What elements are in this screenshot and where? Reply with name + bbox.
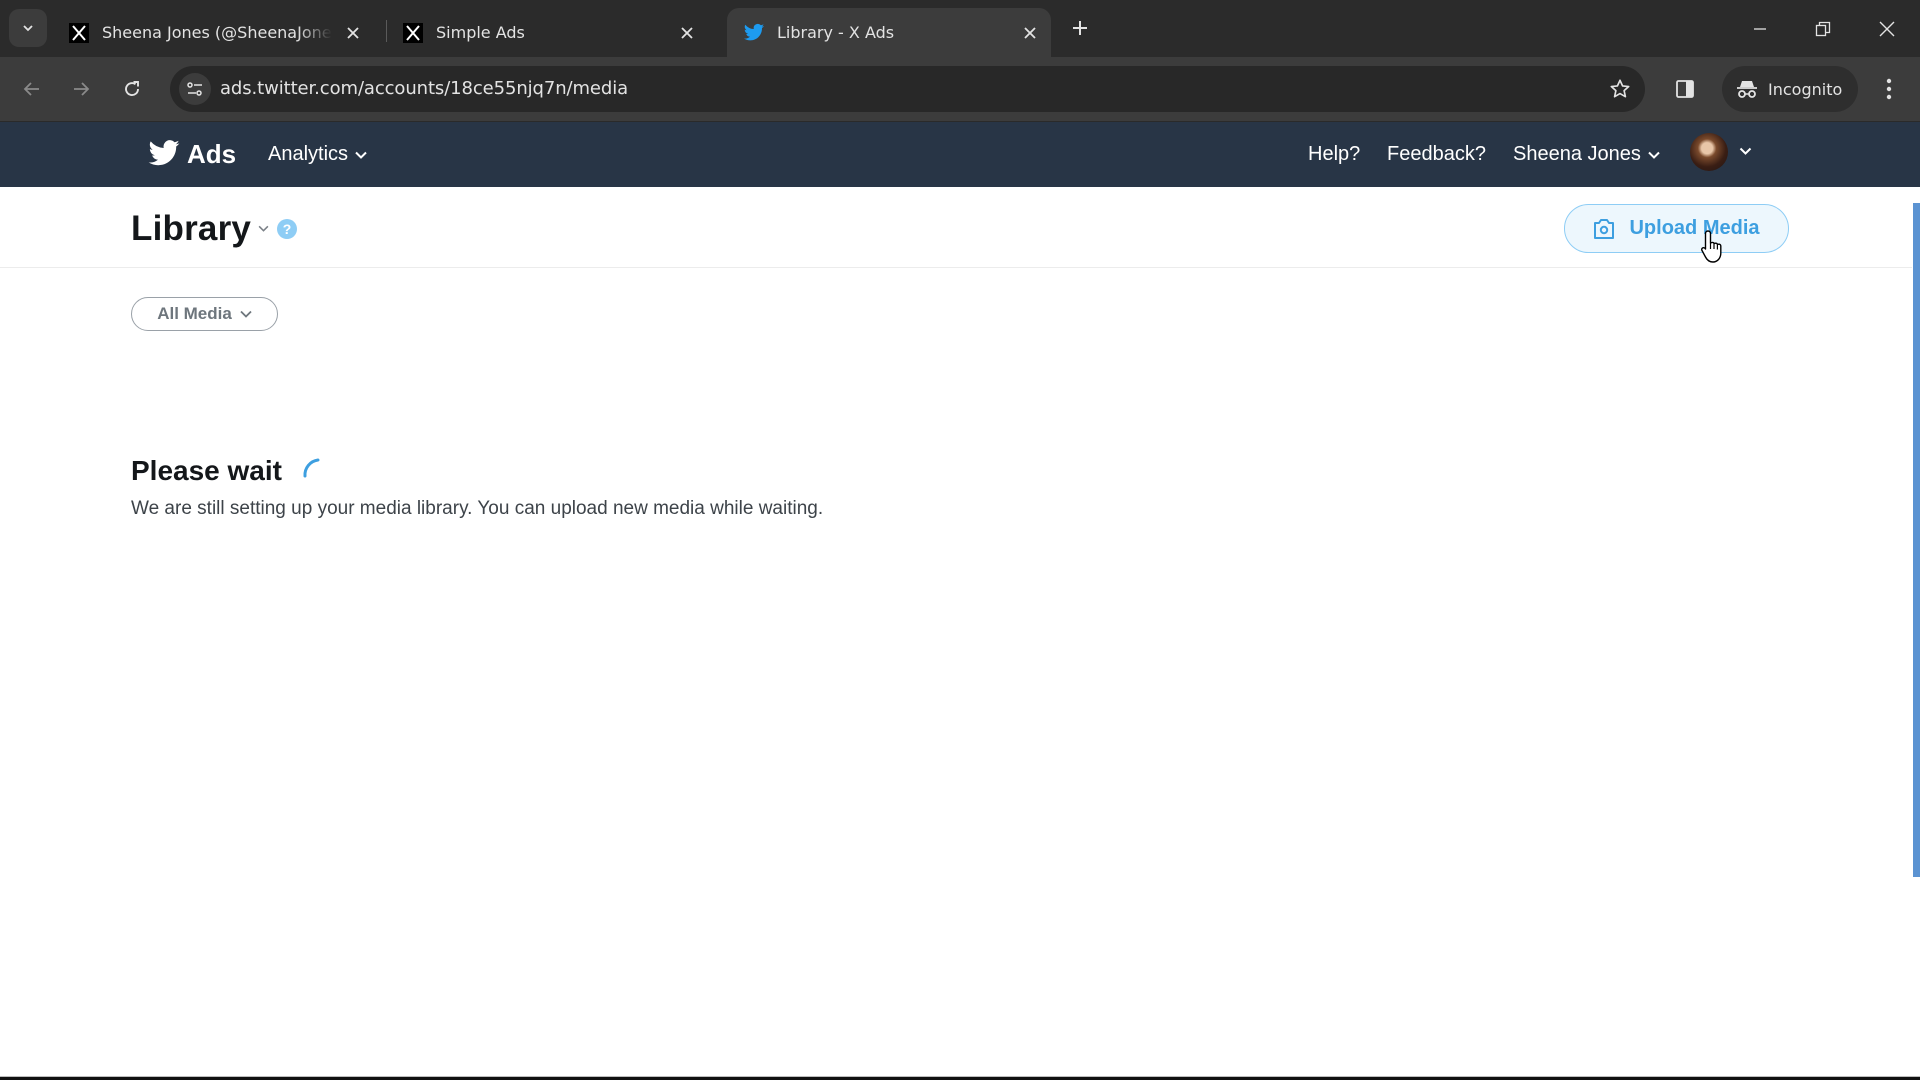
feedback-label: Feedback? [1387, 143, 1486, 165]
x-logo-icon [68, 22, 90, 44]
minimize-icon [1754, 28, 1766, 30]
tab-title: Library - X Ads [777, 23, 895, 42]
analytics-menu[interactable]: Analytics [268, 143, 367, 166]
back-button[interactable] [16, 73, 48, 105]
tab-title: Sheena Jones (@SheenaJone49 [102, 23, 332, 42]
chevron-down-icon [1648, 151, 1660, 159]
hand-cursor-icon [1701, 230, 1722, 263]
x-logo-icon [402, 22, 424, 44]
address-bar[interactable]: ads.twitter.com/accounts/18ce55njq7n/med… [170, 66, 1645, 112]
twitter-bird-icon [743, 22, 765, 44]
url-text[interactable]: ads.twitter.com/accounts/18ce55njq7n/med… [220, 78, 628, 99]
minimize-button[interactable] [1743, 12, 1777, 46]
arrow-left-icon [23, 82, 39, 96]
reload-icon [125, 81, 139, 96]
side-panel-button[interactable] [1672, 76, 1698, 102]
help-link[interactable]: Help? [1308, 143, 1360, 166]
page-scrollbar[interactable] [1913, 203, 1920, 877]
close-tab-icon[interactable] [342, 22, 364, 44]
media-filter-label: All Media [157, 304, 232, 323]
ads-top-nav: Ads Analytics Help? Feedback? Sheena Jon… [0, 122, 1920, 187]
close-icon [1879, 21, 1895, 37]
ads-brand-logo[interactable]: Ads [147, 136, 236, 172]
forward-button[interactable] [65, 73, 97, 105]
user-avatar[interactable] [1690, 133, 1728, 171]
reload-button[interactable] [116, 73, 148, 105]
chevron-down-icon [240, 310, 252, 318]
help-icon[interactable]: ? [277, 219, 297, 239]
page-title: Library [131, 209, 252, 248]
tab-title: Simple Ads [436, 23, 525, 42]
chevron-down-icon [355, 151, 367, 159]
loading-spinner-icon [303, 458, 320, 478]
incognito-badge[interactable]: Incognito [1722, 66, 1858, 112]
browser-tab[interactable]: Sheena Jones (@SheenaJone49 [64, 8, 374, 57]
arrow-right-icon [74, 82, 90, 96]
browser-menu-button[interactable] [1876, 74, 1902, 104]
feedback-link[interactable]: Feedback? [1387, 143, 1486, 166]
browser-tab-strip: Sheena Jones (@SheenaJone49 Simple Ads L… [0, 0, 1920, 57]
browser-toolbar: ads.twitter.com/accounts/18ce55njq7n/med… [0, 57, 1920, 122]
browser-tab[interactable]: Simple Ads [398, 8, 708, 57]
status-title: Please wait [131, 455, 282, 486]
close-tab-icon[interactable] [676, 22, 698, 44]
bookmark-button[interactable] [1607, 76, 1633, 102]
tune-icon [187, 82, 202, 96]
media-filter-dropdown[interactable]: All Media [131, 297, 278, 331]
chevron-down-icon [23, 25, 33, 32]
help-label: Help? [1308, 143, 1361, 165]
upload-media-label: Upload Media [1629, 217, 1760, 239]
chevron-down-icon[interactable] [258, 225, 269, 232]
twitter-bird-icon [148, 140, 180, 166]
incognito-label: Incognito [1768, 79, 1843, 99]
status-message: We are still setting up your media libra… [131, 498, 824, 519]
close-tab-icon[interactable] [1019, 22, 1041, 44]
upload-media-button[interactable]: Upload Media [1564, 204, 1789, 253]
star-icon [1610, 79, 1630, 98]
side-panel-icon [1676, 80, 1694, 98]
site-info-button[interactable] [179, 73, 211, 105]
page-header: Library ? Upload Media [0, 187, 1912, 268]
browser-tab-active[interactable]: Library - X Ads [727, 8, 1051, 57]
account-name: Sheena Jones [1513, 143, 1641, 165]
restore-icon [1815, 21, 1831, 37]
plus-icon [1073, 21, 1087, 35]
restore-button[interactable] [1806, 12, 1840, 46]
close-window-button[interactable] [1870, 12, 1904, 46]
incognito-icon [1737, 81, 1757, 98]
tab-search-button[interactable] [9, 9, 47, 47]
account-menu[interactable]: Sheena Jones [1513, 143, 1660, 166]
tab-separator [386, 20, 387, 42]
chevron-down-icon[interactable] [1739, 147, 1752, 155]
analytics-label: Analytics [268, 143, 349, 165]
new-tab-button[interactable] [1068, 16, 1092, 40]
camera-icon [1594, 218, 1615, 239]
more-vertical-icon [1886, 78, 1892, 100]
screen-bottom-edge [0, 1076, 1920, 1080]
brand-label: Ads [187, 138, 237, 169]
